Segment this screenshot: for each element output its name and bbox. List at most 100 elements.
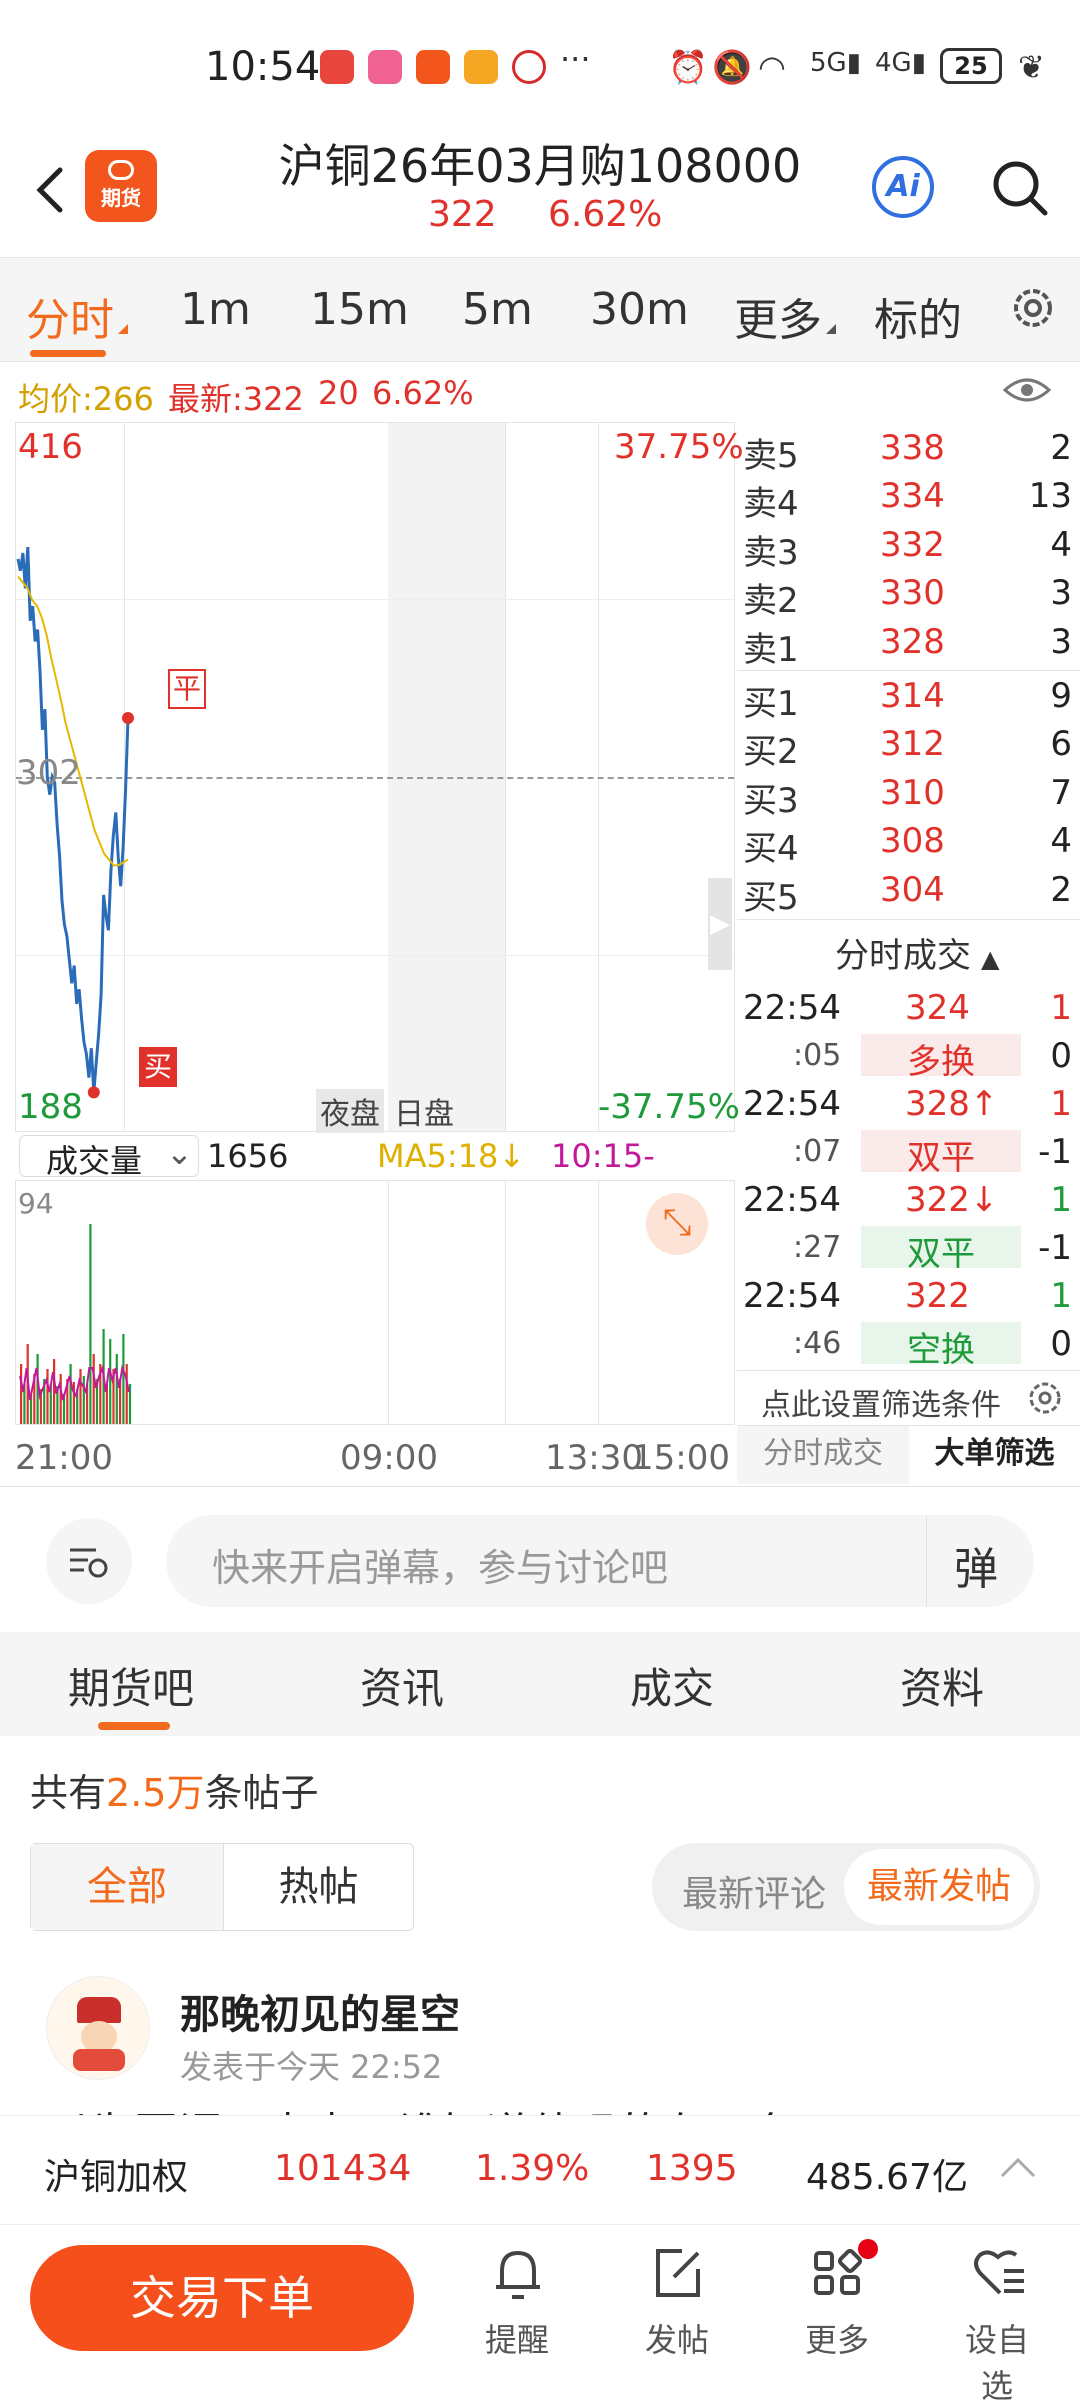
- tab-deals[interactable]: 成交: [630, 1655, 714, 1716]
- tab-underlying[interactable]: 标的: [874, 284, 962, 348]
- price-lines: [16, 547, 134, 1099]
- volume-value: 1656: [207, 1137, 289, 1175]
- period-tabs: 分时 1m 15m 5m 30m 更多 标的: [0, 257, 1080, 362]
- ask-row[interactable]: 卖1 328 3: [737, 618, 1080, 670]
- nav-add-favorite[interactable]: 设自选: [952, 2245, 1042, 2405]
- more-notifications-icon: ···: [560, 40, 591, 78]
- danmu-list-icon: [70, 1548, 108, 1578]
- filter-hot[interactable]: 热帖: [223, 1844, 413, 1930]
- filter-all[interactable]: 全部: [31, 1844, 223, 1930]
- tab-15m[interactable]: 15m: [310, 284, 409, 335]
- bid-row[interactable]: 买3 310 7: [737, 769, 1080, 821]
- app-notification-icon: [368, 50, 402, 84]
- trade-order-button[interactable]: 交易下单: [30, 2245, 414, 2351]
- fullscreen-expand-icon[interactable]: ⤡: [646, 1193, 708, 1255]
- intraday-chart[interactable]: 416 302 188 37.75% -37.75% 夜盘 日盘 平 买 ▶: [15, 422, 744, 1133]
- y-mid-label: 302: [16, 753, 81, 793]
- bid-row[interactable]: 买1 314 9: [737, 672, 1080, 724]
- trade-row[interactable]: 22:54 324 1: [737, 984, 1080, 1032]
- tab-more[interactable]: 更多: [734, 284, 822, 348]
- app-notification-icon: [320, 50, 354, 84]
- bid-row[interactable]: 买5 304 2: [737, 866, 1080, 918]
- eye-icon[interactable]: [1002, 372, 1052, 408]
- nav-post[interactable]: 发帖: [632, 2245, 722, 2375]
- tab-futures-forum[interactable]: 期货吧: [68, 1655, 194, 1716]
- tab-5m[interactable]: 5m: [462, 284, 533, 335]
- divider: [737, 919, 1080, 920]
- tab-profile[interactable]: 资料: [900, 1655, 984, 1716]
- avg-price: 均价:266: [18, 380, 154, 418]
- back-icon[interactable]: [22, 160, 82, 220]
- filter-settings-link[interactable]: 点此设置筛选条件: [761, 1380, 1001, 1424]
- comment-input[interactable]: 快来开启弹幕，参与讨论吧 弹: [166, 1515, 1034, 1607]
- bank-app-icon: [512, 50, 546, 84]
- tab-1m[interactable]: 1m: [180, 284, 251, 335]
- ma5-label: MA5:18↓: [377, 1137, 526, 1175]
- x-axis-label: 13:30: [545, 1438, 643, 1478]
- volume-header: 成交量 ⌄ 1656 MA5:18↓ 10:15-: [15, 1133, 735, 1180]
- pct-min-label: -37.75%: [598, 1087, 740, 1127]
- tab-large-order-filter[interactable]: 大单筛选: [909, 1426, 1080, 1484]
- ask-row[interactable]: 卖4 334 13: [737, 472, 1080, 524]
- trade-row[interactable]: 22:54 328↑ 1: [737, 1080, 1080, 1128]
- nav-remind[interactable]: 提醒: [472, 2245, 562, 2375]
- tab-intraday[interactable]: 分时: [26, 284, 114, 348]
- tab-trades-list[interactable]: 分时成交: [737, 1426, 909, 1484]
- ask-row[interactable]: 卖2 330 3: [737, 569, 1080, 621]
- caret-up-icon: ▲: [981, 945, 1000, 973]
- tab-news[interactable]: 资讯: [360, 1655, 444, 1716]
- market-ticker-bar[interactable]: 沪铜加权 101434 1.39% 1395 485.67亿: [0, 2115, 1080, 2225]
- x-axis-label: 21:00: [15, 1438, 113, 1478]
- battery-icon: 25: [940, 48, 1002, 84]
- tab-30m[interactable]: 30m: [590, 284, 689, 335]
- ai-icon[interactable]: Ai: [872, 156, 934, 218]
- ask-row[interactable]: 卖5 338 2: [737, 424, 1080, 476]
- volume-bar: [115, 1354, 118, 1424]
- ticker-amount: 485.67亿: [806, 2157, 968, 2198]
- settings-gear-icon[interactable]: [1005, 280, 1061, 336]
- signal-4g-icon: 4G▮: [875, 48, 926, 78]
- avatar[interactable]: [46, 1976, 150, 2080]
- chevron-up-icon[interactable]: [998, 2152, 1038, 2182]
- divider: [737, 1370, 1080, 1371]
- ticker-name: 沪铜加权: [44, 2157, 189, 2198]
- sort-latest-comment[interactable]: 最新评论: [682, 1865, 826, 1917]
- filter-gear-icon[interactable]: [1023, 1376, 1067, 1420]
- nav-more[interactable]: 更多: [792, 2239, 882, 2375]
- ma10-label: 10:15-: [551, 1137, 655, 1175]
- caret-icon: [826, 324, 836, 334]
- buy-marker[interactable]: 买: [139, 1047, 177, 1087]
- trade-row[interactable]: 22:54 322 1: [737, 1272, 1080, 1320]
- volume-max-label: 94: [18, 1187, 54, 1220]
- post-author[interactable]: 那晚初见的星空: [180, 1982, 460, 2040]
- volume-indicator-select[interactable]: 成交量 ⌄: [19, 1134, 199, 1180]
- volume-bar: [79, 1369, 82, 1424]
- trade-row[interactable]: 22:54 322↓ 1: [737, 1176, 1080, 1224]
- trade-row-detail: :27 双平 -1: [793, 1226, 1072, 1274]
- post-preview[interactable]: 以为回调一点点，谁知道他吗的在下套: [46, 2098, 794, 2115]
- mute-icon: 🔕: [712, 48, 752, 86]
- search-icon[interactable]: [990, 158, 1050, 218]
- price-info-bar: 均价:266 最新:322 20 6.62%: [0, 362, 1080, 422]
- buy-point: [87, 1086, 100, 1099]
- volume-bar: [20, 1364, 23, 1424]
- volume-bar: [69, 1364, 72, 1424]
- y-min-label: 188: [18, 1087, 83, 1127]
- bid-row[interactable]: 买2 312 6: [737, 720, 1080, 772]
- close-marker[interactable]: 平: [168, 669, 206, 709]
- wifi-icon: ◠: [758, 48, 786, 86]
- notification-dot: [858, 2239, 878, 2259]
- sort-latest-post[interactable]: 最新发帖: [844, 1849, 1034, 1925]
- ticker-price: 101434: [274, 2148, 412, 2189]
- app-notification-icon: [464, 50, 498, 84]
- danmu-settings-button[interactable]: [46, 1518, 132, 1604]
- volume-chart[interactable]: 94 ⤡: [15, 1180, 735, 1425]
- leaf-icon: ❦: [1018, 48, 1045, 86]
- expand-panel-handle[interactable]: ▶: [708, 878, 732, 970]
- volume-bar: [46, 1369, 49, 1424]
- trades-header[interactable]: 分时成交 ▲: [835, 928, 999, 977]
- danmu-toggle-icon[interactable]: 弹: [954, 1533, 998, 1597]
- volume-bar: [122, 1334, 125, 1424]
- ask-row[interactable]: 卖3 332 4: [737, 521, 1080, 573]
- bid-row[interactable]: 买4 308 4: [737, 817, 1080, 869]
